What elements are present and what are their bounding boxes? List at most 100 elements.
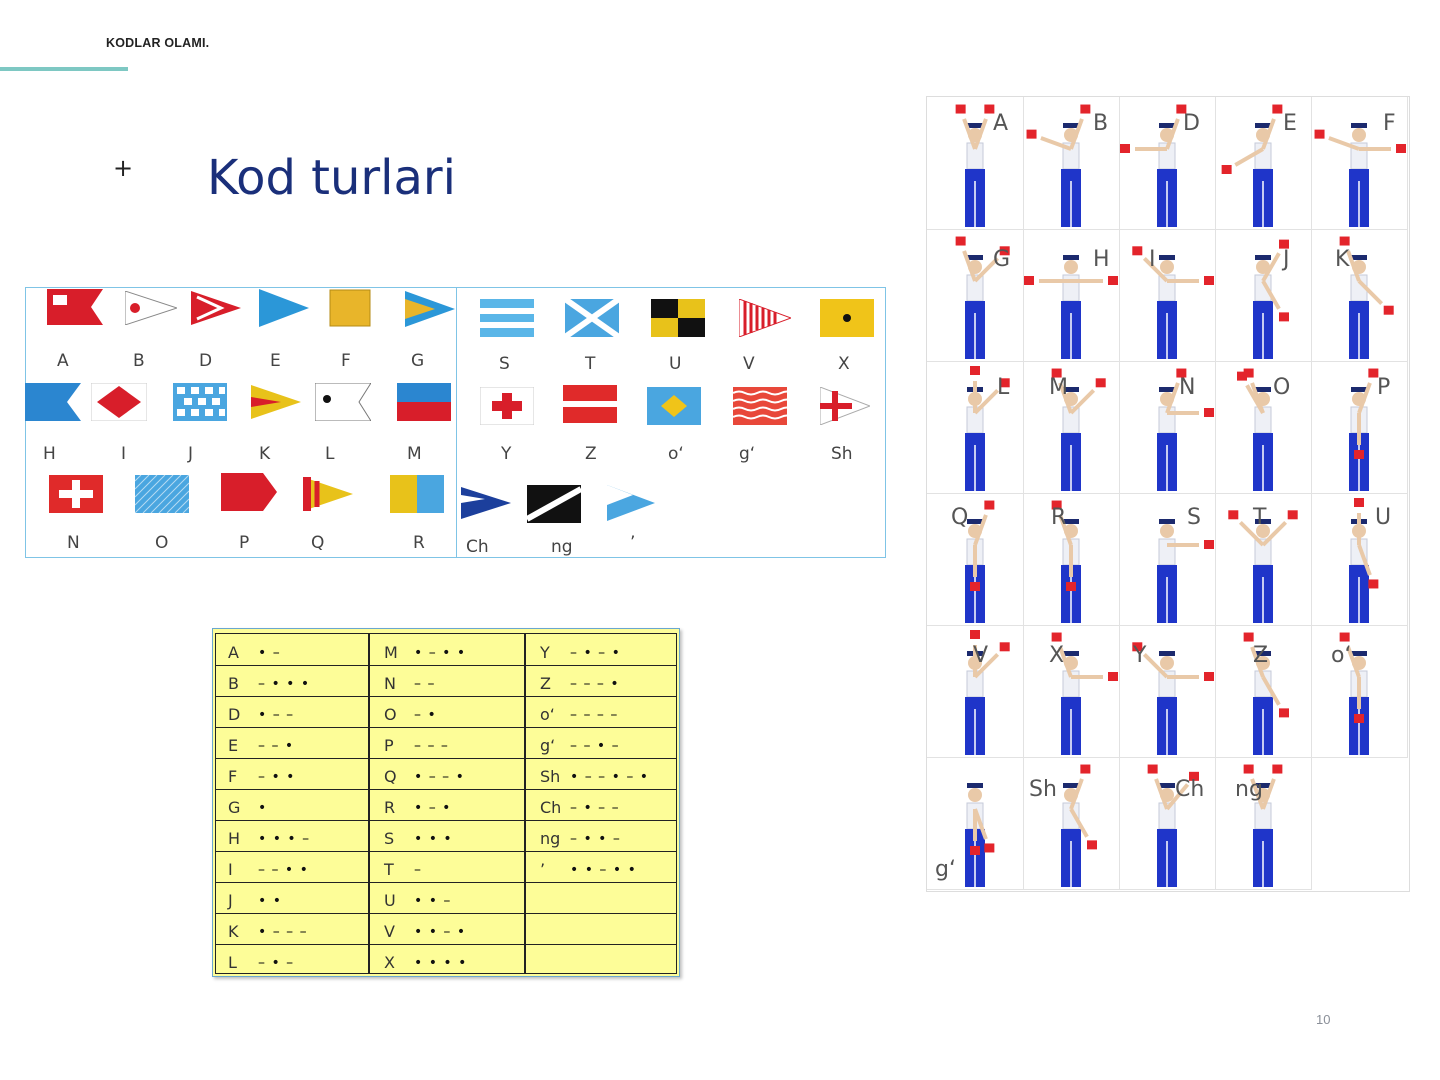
- morse-letter: g‘: [540, 736, 556, 755]
- flag-label: Sh: [831, 444, 853, 464]
- morse-letter: I: [228, 860, 233, 879]
- morse-code: –: [414, 861, 422, 878]
- morse-code: • • – •: [414, 923, 467, 940]
- morse-letter: T: [384, 860, 394, 879]
- semaphore-cell: Y: [1119, 625, 1216, 758]
- morse-row: G •: [216, 793, 267, 822]
- semaphore-letter: G: [993, 247, 1011, 272]
- flag-label: A: [57, 351, 69, 371]
- morse-row: o‘ – – – –: [528, 700, 618, 729]
- morse-code: • – – • – •: [570, 768, 650, 785]
- flag-v-icon: [739, 299, 791, 337]
- morse-letter: R: [384, 798, 396, 817]
- morse-code: – – • •: [258, 861, 309, 878]
- semaphore-letter: F: [1383, 111, 1396, 136]
- morse-row: R • – •: [372, 793, 451, 822]
- semaphore-cell: I: [1119, 229, 1216, 362]
- semaphore-letter: L: [997, 375, 1010, 400]
- semaphore-letter: D: [1183, 111, 1200, 136]
- semaphore-cell: V: [927, 625, 1024, 758]
- semaphore-letter: V: [973, 643, 989, 668]
- sailor-figure-icon: [1253, 239, 1289, 359]
- sailor-figure-icon: [955, 104, 995, 227]
- morse-code: • – – –: [258, 923, 308, 940]
- morse-code: – • •: [258, 768, 296, 785]
- flag-r-icon: [390, 475, 444, 513]
- morse-code: • – – •: [414, 768, 465, 785]
- semaphore-cell: R: [1023, 493, 1120, 626]
- morse-row: U • • –: [372, 886, 451, 915]
- flag-label: Y: [501, 444, 512, 464]
- morse-row: J • •: [216, 886, 282, 915]
- flag-i-icon: [91, 383, 147, 421]
- semaphore-letter: H: [1093, 247, 1110, 272]
- header-label: KODLAR OLAMI.: [106, 36, 210, 50]
- morse-letter: o‘: [540, 705, 555, 724]
- morse-letter: O: [384, 705, 397, 724]
- morse-row: ’ • • – • •: [528, 855, 637, 884]
- flag-label: O: [155, 533, 169, 553]
- flag-label: V: [743, 354, 755, 374]
- semaphore-cell: X: [1023, 625, 1120, 758]
- flag-b-icon: [125, 291, 177, 325]
- morse-letter: U: [384, 891, 396, 910]
- sailor-figure-icon: [965, 500, 995, 623]
- signal-flags-panel: A B D E F G S T U V X H I J K L M Y Z o‘…: [25, 287, 886, 558]
- sailor-figure-icon: [1157, 368, 1214, 491]
- semaphore-cell: S: [1119, 493, 1216, 626]
- morse-letter: Q: [384, 767, 397, 786]
- semaphore-cell: F: [1311, 97, 1408, 230]
- flag-label: F: [341, 351, 351, 371]
- semaphore-letter: Y: [1133, 643, 1147, 668]
- sailor-figure-icon: [1339, 632, 1369, 755]
- semaphore-letter: B: [1093, 111, 1109, 136]
- morse-letter: ng: [540, 829, 561, 848]
- flag-label: ’: [630, 533, 636, 553]
- morse-table-grid: A • – B – • • • D • – – E – – • F – • • G • H • • • –…: [215, 633, 677, 974]
- sailor-figure-icon: [1243, 764, 1283, 887]
- morse-row: S • • •: [372, 824, 453, 853]
- flag-label: X: [838, 354, 850, 374]
- semaphore-letter: X: [1049, 643, 1065, 668]
- flag-label: T: [585, 354, 596, 374]
- flag-l-icon: [315, 383, 371, 421]
- flag-label: M: [407, 444, 422, 464]
- semaphore-letter: ng: [1235, 777, 1263, 802]
- morse-letter: S: [384, 829, 395, 848]
- flag-label: S: [499, 354, 510, 374]
- sailor-figure-icon: [1051, 368, 1106, 491]
- flag-label: K: [259, 444, 271, 464]
- flag-p-icon: [221, 473, 277, 511]
- flag-f-icon: [329, 289, 371, 327]
- semaphore-cell: J: [1215, 229, 1312, 362]
- sailor-figure-icon: [1132, 246, 1214, 359]
- flag-q-icon: [303, 477, 353, 511]
- flag-o-accent-icon: [647, 387, 701, 425]
- morse-code: – • • •: [258, 675, 311, 692]
- semaphore-cell: A: [927, 97, 1024, 230]
- flag-a-icon: [47, 289, 103, 325]
- semaphore-cell: O: [1215, 361, 1312, 494]
- semaphore-letter: Q: [951, 505, 969, 530]
- column-divider: [368, 634, 370, 973]
- semaphore-letter: J: [1283, 247, 1290, 272]
- morse-code: • • – • •: [570, 861, 637, 878]
- morse-code: • – –: [258, 706, 295, 723]
- flag-label: Ch: [466, 537, 489, 557]
- flag-ch-icon: [461, 487, 511, 519]
- flag-y-icon: [480, 387, 534, 425]
- semaphore-cell: ng: [1215, 757, 1312, 890]
- morse-row: g‘ – – • –: [528, 731, 620, 760]
- semaphore-cell: T: [1215, 493, 1312, 626]
- morse-code: – – – •: [570, 675, 620, 692]
- semaphore-cell: E: [1215, 97, 1312, 230]
- slide-title: Kod turlari: [207, 150, 456, 206]
- flag-label: N: [67, 533, 80, 553]
- semaphore-letter: E: [1283, 111, 1297, 136]
- morse-row: T –: [372, 855, 422, 884]
- plus-icon: +: [113, 154, 134, 182]
- morse-code: • • • –: [258, 830, 311, 847]
- flag-z-icon: [563, 385, 617, 423]
- flag-m-icon: [397, 383, 451, 421]
- flag-label: L: [325, 444, 335, 464]
